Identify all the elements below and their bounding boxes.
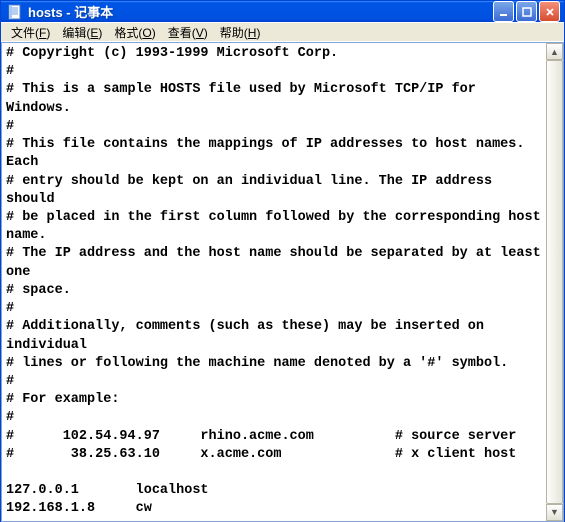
vertical-scrollbar[interactable]: ▲ ▼	[546, 43, 563, 521]
titlebar[interactable]: hosts - 记事本	[1, 1, 564, 22]
window-title: hosts - 记事本	[28, 2, 493, 21]
close-button[interactable]	[539, 1, 560, 22]
menu-help[interactable]: 帮助(H)	[214, 23, 267, 42]
text-content[interactable]: # Copyright (c) 1993-1999 Microsoft Corp…	[2, 43, 546, 521]
menu-file[interactable]: 文件(F)	[5, 23, 56, 42]
scroll-track[interactable]	[546, 60, 563, 504]
menubar: 文件(F) 编辑(E) 格式(O) 查看(V) 帮助(H)	[1, 22, 564, 42]
editor-area: # Copyright (c) 1993-1999 Microsoft Corp…	[1, 42, 564, 522]
window-controls	[493, 1, 560, 22]
maximize-button[interactable]	[516, 1, 537, 22]
menu-edit[interactable]: 编辑(E)	[56, 23, 108, 42]
scroll-thumb[interactable]	[546, 60, 563, 504]
notepad-window: hosts - 记事本 文件(F) 编辑(E) 格式(O) 查看(V) 帮助(H…	[0, 0, 565, 522]
minimize-button[interactable]	[493, 1, 514, 22]
menu-view[interactable]: 查看(V)	[162, 23, 214, 42]
notepad-icon	[7, 4, 23, 20]
scroll-up-button[interactable]: ▲	[546, 43, 563, 60]
scroll-down-button[interactable]: ▼	[546, 504, 563, 521]
menu-format[interactable]: 格式(O)	[108, 23, 161, 42]
